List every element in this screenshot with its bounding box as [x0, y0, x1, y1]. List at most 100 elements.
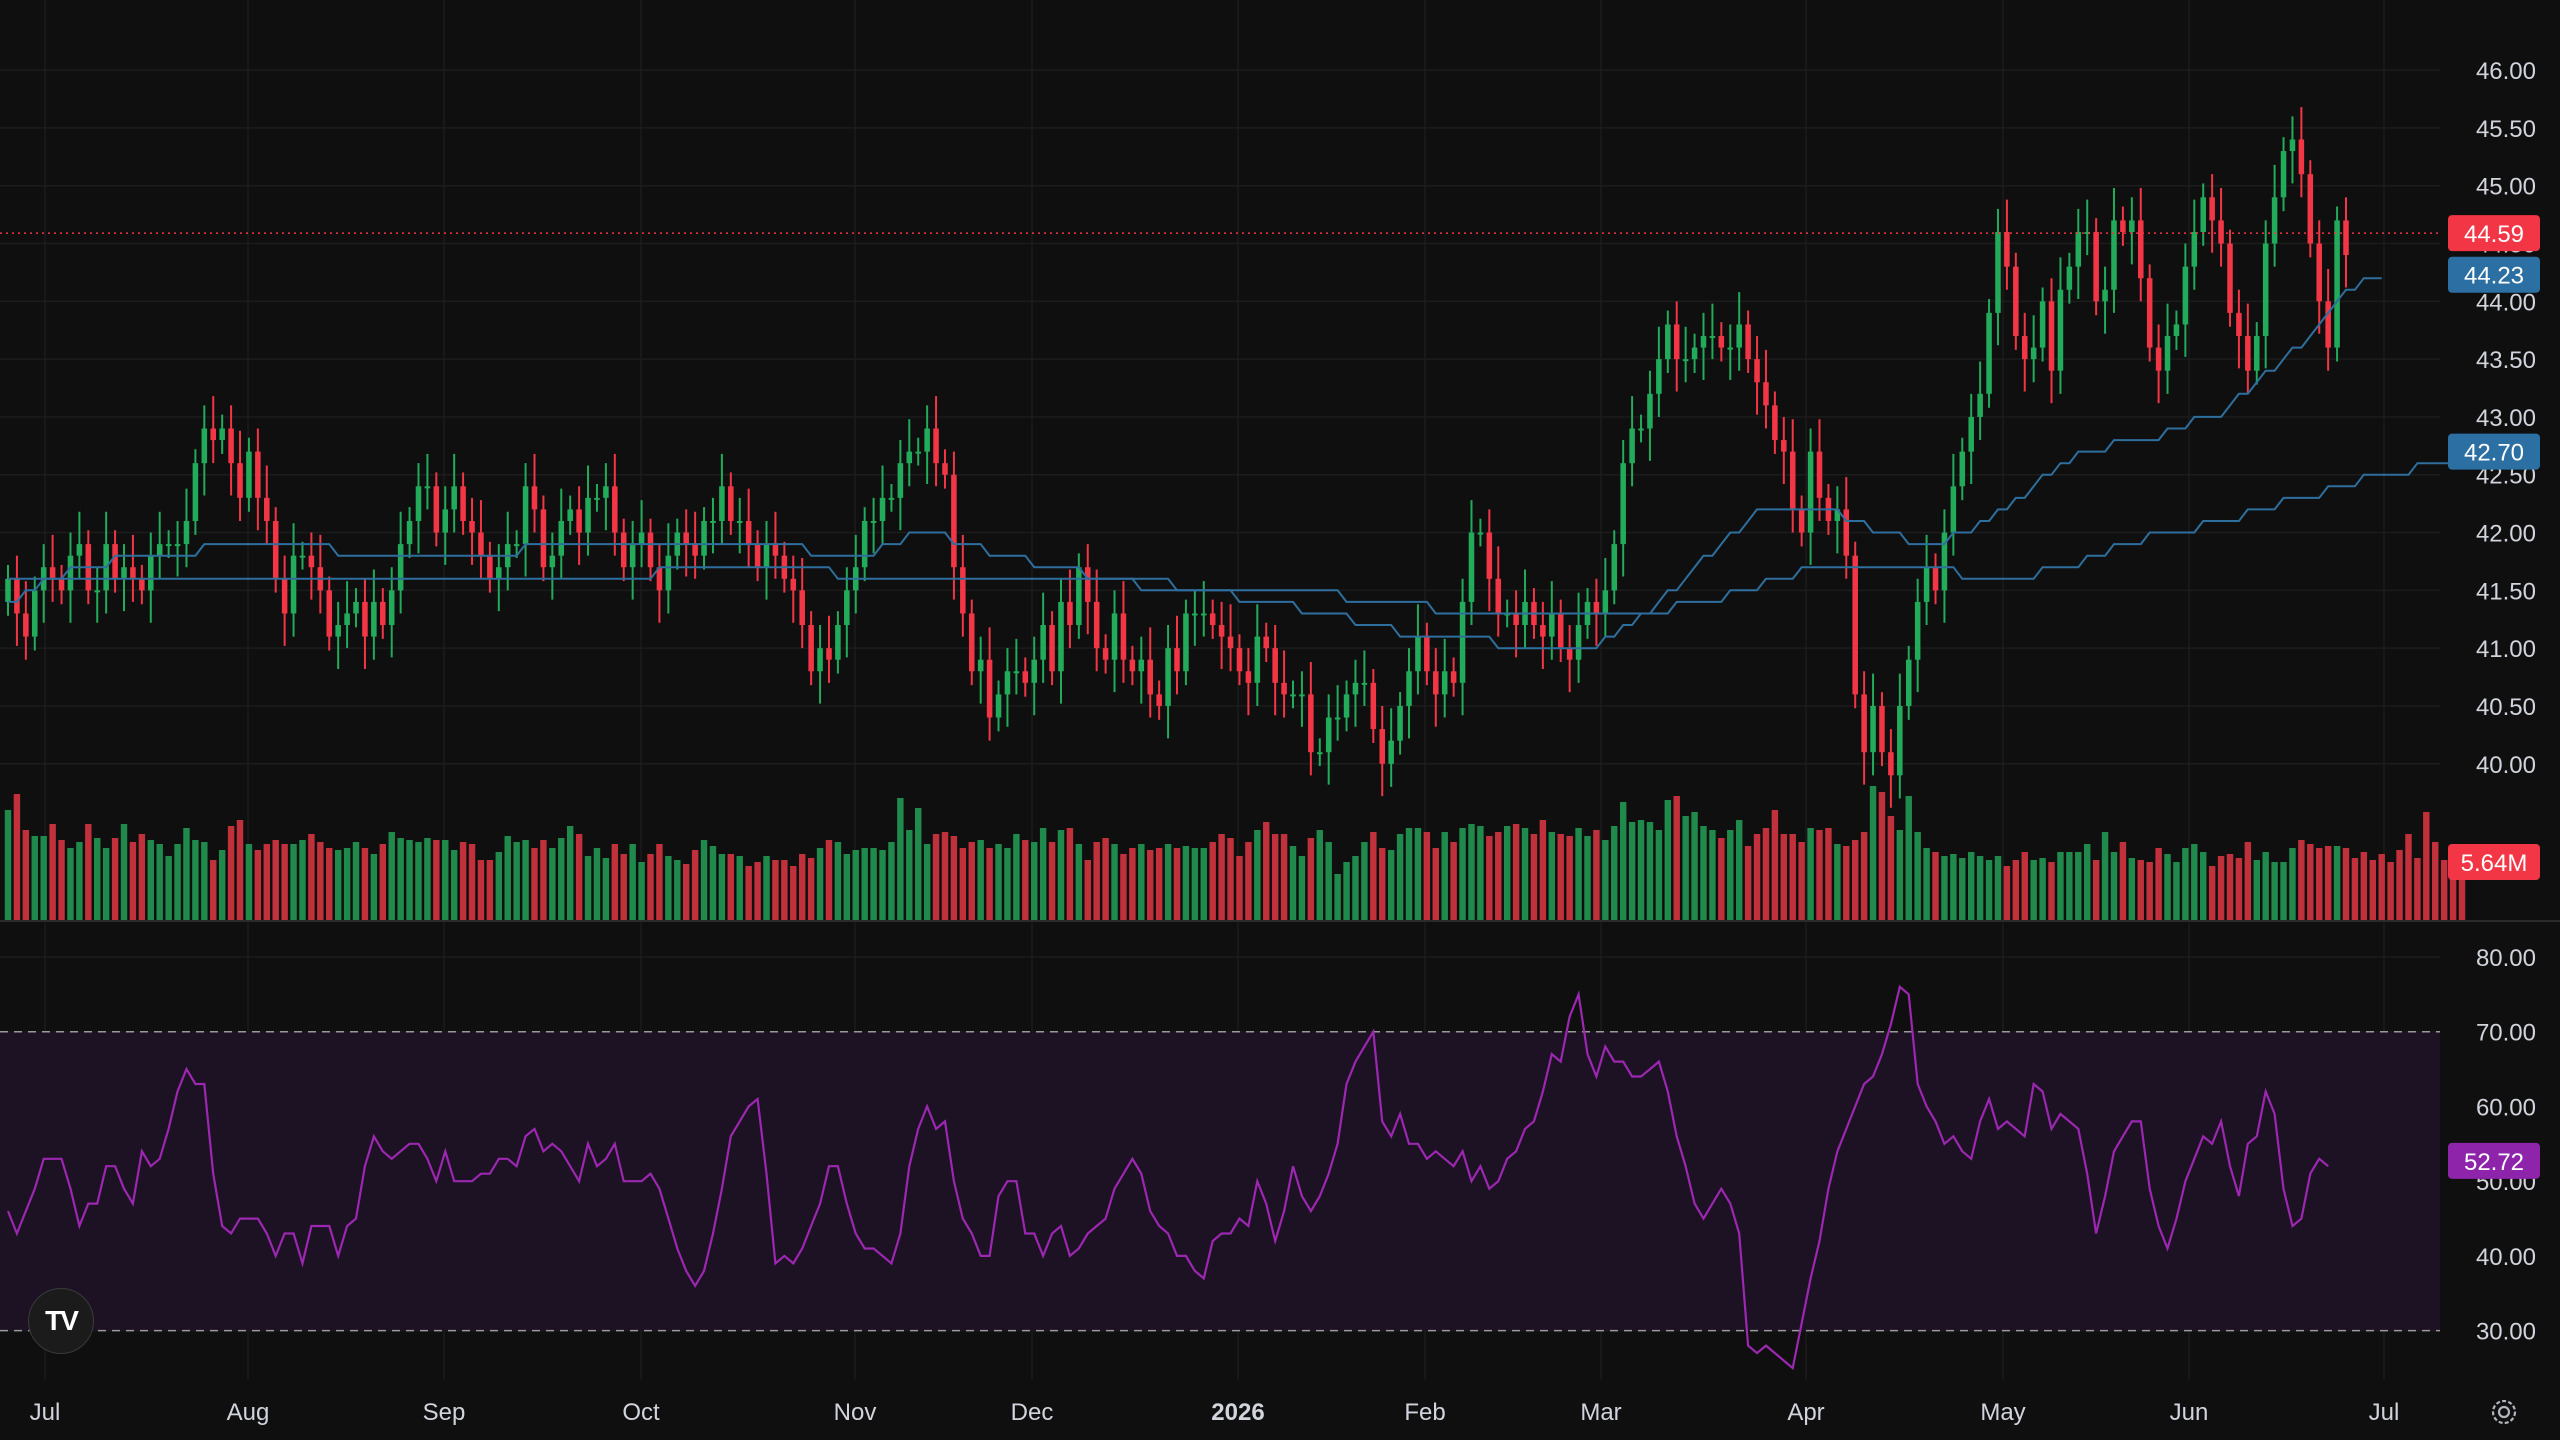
- volume-bar: [1477, 826, 1484, 920]
- candle-body: [995, 694, 1002, 718]
- tradingview-logo[interactable]: TV: [28, 1288, 94, 1354]
- volume-bar: [2324, 846, 2332, 920]
- candle-body: [406, 520, 413, 545]
- volume-bar: [709, 846, 717, 920]
- candle-body: [1718, 336, 1725, 348]
- volume-bar: [1093, 842, 1100, 920]
- volume-bar: [968, 842, 975, 920]
- volume-bar: [531, 848, 538, 920]
- volume-bar: [486, 860, 494, 920]
- volume-bar: [442, 840, 449, 920]
- volume-bar: [995, 844, 1002, 920]
- volume-bar: [379, 844, 387, 920]
- candle-body: [1897, 705, 1903, 776]
- candle-body: [433, 486, 440, 533]
- volume-bar: [299, 840, 306, 920]
- candle-body: [701, 520, 707, 556]
- volume-bar: [718, 854, 726, 920]
- volume-bar: [790, 866, 797, 920]
- volume-bar: [1209, 842, 1216, 920]
- candle-body: [1727, 347, 1734, 350]
- candle-body: [165, 544, 172, 547]
- volume-bar: [1022, 840, 1029, 920]
- volume-bar: [415, 842, 422, 920]
- price-axis-label: 40.50: [2476, 694, 2536, 721]
- volume-bar: [1048, 842, 1056, 920]
- volume-bar: [1075, 844, 1083, 920]
- candle-body: [2316, 243, 2322, 302]
- ma-slow-tag-text: 42.70: [2464, 440, 2524, 467]
- volume-bar: [2378, 854, 2385, 920]
- candle-body: [1647, 393, 1653, 429]
- volume-bar: [192, 840, 199, 920]
- volume-bar: [326, 848, 333, 920]
- volume-bar: [1869, 786, 1877, 920]
- trading-chart[interactable]: 46.0045.5045.0044.5044.0043.5043.0042.50…: [0, 0, 2560, 1440]
- volume-bar: [1932, 852, 1939, 920]
- volume-bar: [1584, 836, 1591, 920]
- volume-bar: [111, 838, 119, 920]
- candle-body: [1254, 636, 1261, 683]
- candle-body: [32, 590, 38, 637]
- volume-bar: [1530, 834, 1538, 920]
- candle-body: [1772, 405, 1778, 441]
- candle-body: [1450, 671, 1457, 683]
- volume-bar: [1771, 810, 1779, 920]
- candle-body: [2164, 336, 2171, 371]
- candle-body: [1415, 636, 1421, 672]
- candle-body: [1370, 682, 1377, 730]
- candle-body: [540, 509, 547, 568]
- candle-body: [1218, 625, 1225, 637]
- volume-bar: [40, 836, 47, 920]
- volume-bar: [2360, 852, 2368, 920]
- volume-bar: [897, 798, 904, 920]
- candle-body: [1986, 312, 1992, 394]
- volume-bar: [1718, 838, 1725, 920]
- candle-body: [1227, 636, 1234, 649]
- volume-bar: [210, 860, 217, 920]
- price-axis-label: 43.00: [2476, 405, 2536, 432]
- candle-body: [719, 486, 725, 521]
- volume-bar: [2289, 848, 2296, 920]
- volume-bar: [870, 848, 877, 920]
- candle-body: [861, 520, 868, 568]
- rsi-axis-label: 60.00: [2476, 1094, 2536, 1121]
- volume-bar: [147, 840, 154, 920]
- volume-bar: [1762, 828, 1770, 920]
- volume-bar: [1236, 856, 1243, 920]
- volume-bar: [1637, 820, 1645, 920]
- volume-bar: [1218, 834, 1225, 920]
- rsi-axis-label: 80.00: [2476, 945, 2536, 972]
- candle-body: [2013, 266, 2019, 337]
- volume-bar: [1459, 828, 1466, 920]
- volume-bar: [1280, 834, 1288, 920]
- price-axis-label: 42.00: [2476, 521, 2536, 548]
- volume-bar: [522, 840, 529, 920]
- volume-bar: [1744, 846, 1752, 920]
- volume-bar: [2217, 856, 2225, 920]
- candle-body: [2093, 231, 2099, 302]
- candle-body: [210, 428, 217, 441]
- time-axis-label: Feb: [1404, 1399, 1445, 1426]
- volume-bar: [49, 824, 56, 920]
- candle-body: [2200, 197, 2206, 232]
- candle-body: [397, 544, 404, 591]
- candle-body: [888, 497, 895, 500]
- volume-bar: [2119, 842, 2127, 920]
- candle-body: [603, 486, 609, 498]
- candle-body: [977, 659, 984, 672]
- candle-body: [1495, 578, 1502, 614]
- volume-bar: [2048, 862, 2055, 920]
- volume-bar: [513, 842, 520, 920]
- candle-body: [906, 451, 913, 464]
- candle-body: [968, 613, 975, 672]
- volume-bar: [1298, 856, 1306, 920]
- candle-body: [1076, 567, 1082, 626]
- volume-bar: [1548, 832, 1556, 920]
- candle-body: [2218, 220, 2224, 244]
- volume-bar: [1325, 842, 1332, 920]
- volume-bar: [1628, 822, 1636, 920]
- volume-bar: [888, 842, 895, 920]
- volume-bar: [406, 840, 413, 920]
- settings-button[interactable]: [2484, 1392, 2524, 1432]
